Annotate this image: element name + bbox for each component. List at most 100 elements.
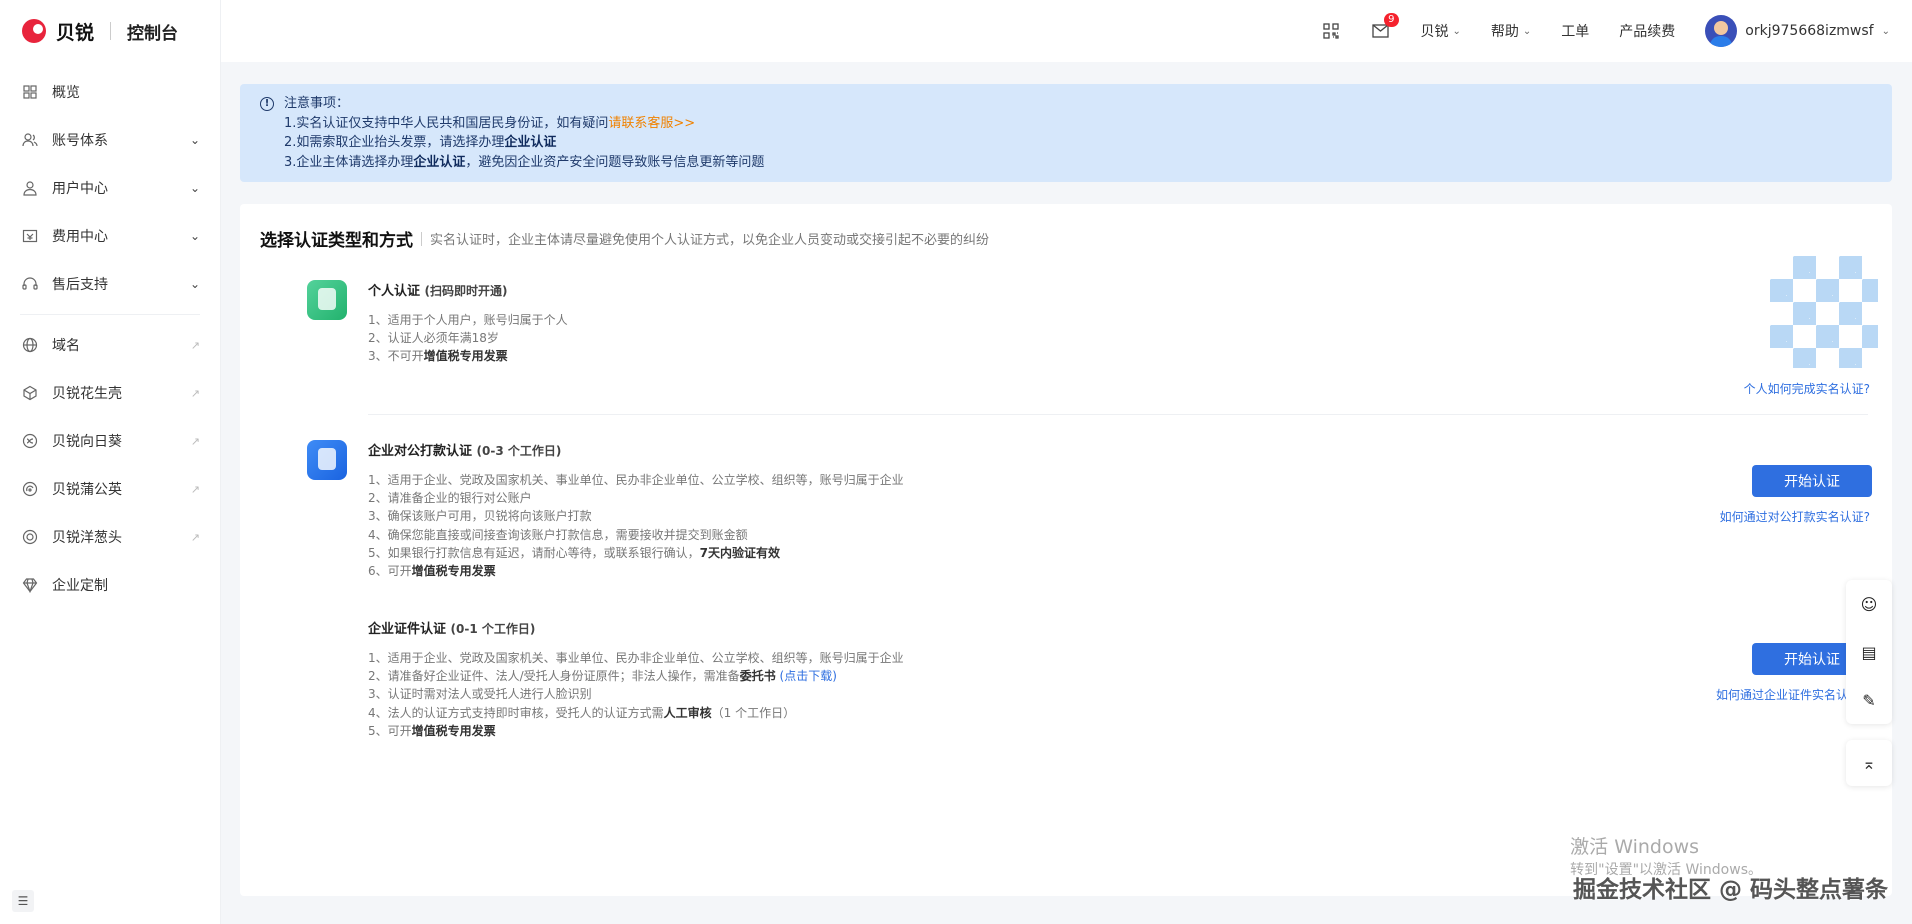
brand-logo-icon [22, 19, 46, 43]
list-item: 2、请准备企业的银行对公账户 [368, 491, 532, 506]
sidebar-item-yangcongtou[interactable]: 贝锐洋葱头 ↗ [0, 513, 220, 561]
user-group-icon [20, 130, 40, 150]
list-item: 3、不可开增值税专用发票 [368, 347, 568, 365]
mail-icon[interactable]: 9 [1371, 13, 1399, 41]
list-item: 5、如果银行打款信息有延迟，请耐心等待，或联系银行确认，7天内验证有效 [368, 544, 904, 562]
sidebar-item-overview[interactable]: 概览 [0, 68, 220, 116]
list-bold: 增值税专用发票 [423, 349, 508, 364]
brand[interactable]: 贝锐 控制台 [0, 0, 220, 62]
edit-icon[interactable]: ✎ [1846, 676, 1892, 724]
list-item: 3、确保该账户可用，贝锐将向该账户打款 [368, 509, 592, 524]
sidebar-item-label: 贝锐洋葱头 [52, 530, 122, 546]
list-text: 6、可开 [368, 564, 412, 579]
external-link-icon: ↗ [190, 482, 200, 496]
list-item: 1、适用于企业、党政及国家机关、事业单位、民办非企业单位、公立学校、组织等，账号… [368, 651, 904, 665]
sidebar-divider [20, 314, 200, 315]
personal-help-link[interactable]: 个人如何完成实名认证? [1744, 380, 1870, 397]
list-text: 5、可开 [368, 723, 412, 738]
chevron-down-icon: ⌄ [1522, 25, 1532, 37]
chevron-down-icon: ⌄ [189, 133, 200, 147]
option-title: 个人认证 [368, 284, 421, 299]
header-menu-label: 贝锐 [1420, 24, 1449, 40]
personal-auth-title: 个人认证 (扫码即时开通) [368, 280, 508, 299]
sidebar-item-account[interactable]: 账号体系 ⌄ [0, 116, 220, 164]
list-bold: 增值税专用发票 [411, 723, 496, 738]
list-item: 4、法人的认证方式支持即时审核，受托人的认证方式需人工审核（1 个工作日） [368, 704, 904, 722]
globe-icon [20, 335, 40, 355]
contact-service-link[interactable]: 请联系客服>> [608, 116, 695, 131]
header-link-renew[interactable]: 产品续费 [1619, 21, 1675, 41]
user-icon [20, 178, 40, 198]
card-header: 选择认证类型和方式 实名认证时，企业主体请尽量避免使用个人认证方式，以免企业人员… [260, 226, 989, 251]
grid-icon [20, 82, 40, 102]
sidebar-item-user-center[interactable]: 用户中心 ⌄ [0, 164, 220, 212]
back-to-top-icon[interactable]: ⌅ [1846, 740, 1892, 786]
list-item: 4、确保您能直接或间接查询该账户打款信息，需要接收并提交到账金额 [368, 527, 748, 542]
license-auth-details: 1、适用于企业、党政及国家机关、事业单位、民办非企业单位、公立学校、组织等，账号… [368, 649, 904, 740]
sidebar-item-domain[interactable]: 域名 ↗ [0, 321, 220, 369]
list-bold: 7天内验证有效 [699, 545, 780, 560]
start-bank-auth-button[interactable]: 开始认证 [1752, 465, 1872, 497]
diamond-icon [20, 575, 40, 595]
card-subtitle: 实名认证时，企业主体请尽量避免使用个人认证方式，以免企业人员变动或交接引起不必要… [430, 233, 990, 248]
floating-tool-group: ☺ ▤ ✎ [1846, 580, 1892, 724]
license-help-link[interactable]: 如何通过企业证件实名认 [1716, 686, 1848, 703]
list-text: 4、法人的认证方式支持即时审核，受托人的认证方式需 [368, 705, 664, 720]
personal-auth-icon [307, 280, 347, 320]
sidebar-item-xiangrikui[interactable]: 贝锐向日葵 ↗ [0, 417, 220, 465]
sidebar-item-billing[interactable]: 费用中心 ⌄ [0, 212, 220, 260]
title-divider [421, 231, 422, 246]
sidebar-item-enterprise[interactable]: 企业定制 [0, 561, 220, 609]
header-menu-label: 帮助 [1490, 24, 1519, 40]
header-link-label: 工单 [1561, 24, 1590, 40]
qrcode-icon[interactable] [1321, 21, 1341, 41]
sidebar-item-label: 企业定制 [52, 578, 108, 594]
notice-line-3: 3.企业主体请选择办理企业认证，避免因企业资产安全问题导致账号信息更新等问题 [284, 153, 1872, 173]
top-header: 9 贝锐 ⌄ 帮助 ⌄ 工单 产品续费 orkj975668izmwsf ⌄ [221, 0, 1912, 62]
notice-line-1: 1.实名认证仅支持中华人民共和国居民身份证，如有疑问请联系客服>> [284, 114, 1872, 134]
download-link[interactable]: (点击下载) [780, 669, 837, 683]
sidebar-item-pugongying[interactable]: 贝锐蒲公英 ↗ [0, 465, 220, 513]
sidebar: 贝锐 控制台 概览 账号体系 ⌄ 用户中心 ⌄ 费用中心 ⌄ 售后支持 ⌄ 域名… [0, 0, 221, 924]
bank-help-link[interactable]: 如何通过对公打款实名认证? [1720, 508, 1870, 525]
bank-auth-title: 企业对公打款认证 (0-3 个工作日) [368, 440, 561, 459]
sidebar-item-label: 贝锐蒲公英 [52, 482, 122, 498]
sidebar-item-huashengke[interactable]: 贝锐花生壳 ↗ [0, 369, 220, 417]
list-item: 3、认证时需对法人或受托人进行人脸识别 [368, 687, 592, 702]
brand-name: 贝锐 [56, 21, 95, 44]
list-bold: 委托书 [739, 669, 776, 684]
user-menu[interactable]: orkj975668izmwsf ⌄ [1705, 15, 1890, 47]
sidebar-item-label: 售后支持 [52, 277, 108, 293]
card-title: 选择认证类型和方式 [260, 231, 413, 251]
onion-icon [20, 527, 40, 547]
header-menu-beirui[interactable]: 贝锐 ⌄ [1421, 21, 1461, 41]
sidebar-item-label: 账号体系 [52, 133, 108, 149]
collapse-sidebar-icon[interactable]: ☰ [12, 890, 34, 912]
notice-text: 1.实名认证仅支持中华人民共和国居民身份证，如有疑问 [284, 115, 609, 131]
notice-text: ，避免因企业资产安全问题导致账号信息更新等问题 [465, 154, 765, 170]
notice-banner: ! 注意事项： 1.实名认证仅支持中华人民共和国居民身份证，如有疑问请联系客服>… [240, 84, 1892, 182]
brand-divider [110, 22, 112, 40]
sidebar-item-label: 贝锐花生壳 [52, 386, 122, 402]
notice-text: 3.企业主体请选择办理 [284, 154, 414, 170]
option-title: 企业对公打款认证 [368, 444, 473, 459]
chevron-down-icon: ⌄ [1452, 25, 1461, 37]
header-link-label: 产品续费 [1619, 24, 1676, 40]
sidebar-item-label: 概览 [52, 85, 80, 101]
license-auth-title: 企业证件认证 (0-1 个工作日) [368, 618, 535, 637]
sidebar-item-label: 域名 [52, 338, 80, 354]
avatar [1705, 15, 1738, 47]
external-link-icon: ↗ [190, 386, 200, 400]
notice-bold: 企业认证 [413, 154, 466, 170]
list-item: 1、适用于个人用户，账号归属于个人 [368, 313, 568, 327]
header-link-ticket[interactable]: 工单 [1561, 21, 1589, 41]
list-text: 2、请准备好企业证件、法人/受托人身份证原件；非法人操作，需准备 [368, 669, 740, 684]
sidebar-item-support[interactable]: 售后支持 ⌄ [0, 260, 220, 308]
personal-qr-code [1770, 256, 1878, 368]
document-icon[interactable]: ▤ [1846, 628, 1892, 676]
customer-service-icon[interactable]: ☺ [1846, 580, 1892, 628]
option-tag: (0-1 个工作日) [450, 622, 536, 636]
header-menu-help[interactable]: 帮助 ⌄ [1491, 21, 1531, 41]
list-item: 6、可开增值税专用发票 [368, 562, 904, 580]
list-item: 5、可开增值税专用发票 [368, 722, 904, 740]
